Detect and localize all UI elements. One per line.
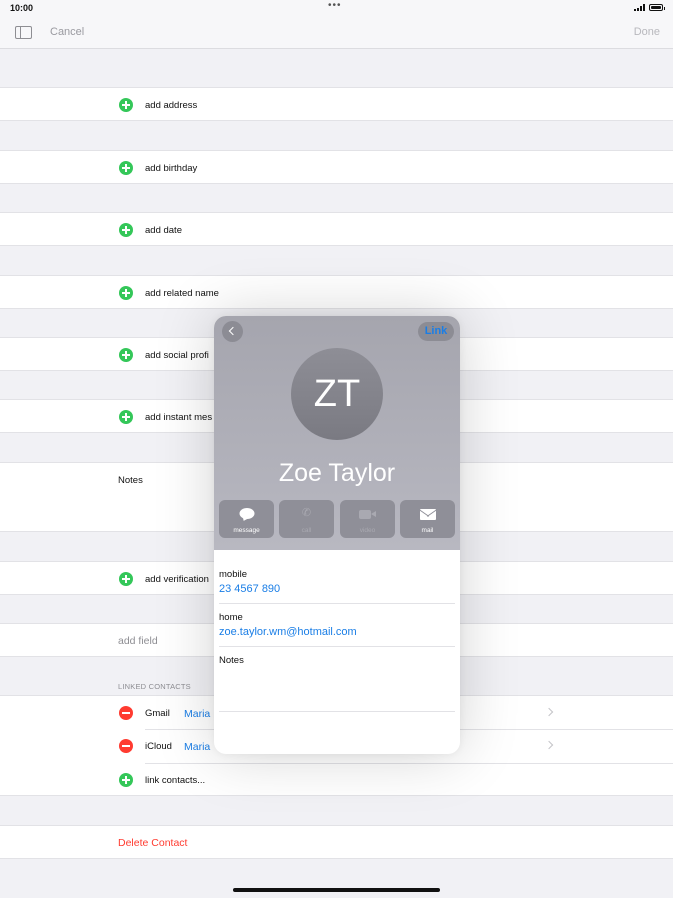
remove-icon[interactable] [119, 706, 133, 720]
message-button[interactable]: message [219, 500, 274, 538]
notes-label: Notes [219, 655, 244, 666]
add-related-name-row[interactable]: add related name [0, 275, 673, 309]
separator [219, 711, 455, 712]
add-field-label: add field [118, 635, 158, 647]
row-label: add related name [145, 288, 219, 299]
linked-name: Maria [184, 741, 211, 753]
add-address-row[interactable]: add address [0, 87, 673, 121]
add-icon[interactable] [119, 348, 133, 362]
status-bar: 10:00 ••• [0, 0, 673, 16]
row-label: add birthday [145, 163, 198, 174]
contact-name: Zoe Taylor [278, 459, 396, 487]
phone-icon: ✆ [301, 507, 312, 519]
home-indicator[interactable] [233, 888, 440, 892]
add-birthday-row[interactable]: add birthday [0, 150, 673, 184]
add-icon[interactable] [119, 98, 133, 112]
link-contacts-row[interactable]: link contacts... [0, 764, 673, 796]
add-icon[interactable] [119, 572, 133, 586]
back-button[interactable] [222, 321, 243, 342]
row-label: add verification [145, 574, 209, 585]
chevron-right-icon [544, 740, 554, 750]
add-icon[interactable] [119, 161, 133, 175]
status-indicators [634, 4, 665, 11]
avatar: ZT [291, 348, 383, 440]
envelope-icon [419, 509, 436, 520]
row-label: add address [145, 100, 198, 111]
video-button[interactable]: video [340, 500, 395, 538]
cancel-button[interactable]: Cancel [50, 26, 84, 38]
mail-button[interactable]: mail [400, 500, 455, 538]
row-label: link contacts... [145, 775, 206, 786]
linked-source: Gmail [145, 708, 170, 719]
notes-label: Notes [118, 475, 143, 486]
action-label: call [301, 527, 312, 534]
sidebar-toggle-icon[interactable] [15, 26, 32, 39]
remove-icon[interactable] [119, 739, 133, 753]
separator [219, 603, 455, 604]
message-icon [239, 508, 254, 519]
home-email-link[interactable]: zoe.taylor.wm@hotmail.com [219, 626, 357, 638]
linked-name: Maria [184, 708, 211, 720]
row-label: add date [145, 225, 182, 236]
signal-icon [634, 4, 645, 11]
add-icon[interactable] [119, 773, 133, 787]
add-icon[interactable] [119, 286, 133, 300]
contact-card-header: Link ZT Zoe Taylor message ✆ call video … [214, 316, 460, 550]
battery-icon [649, 4, 665, 11]
status-time: 10:00 [10, 3, 34, 13]
add-icon[interactable] [119, 410, 133, 424]
delete-contact-button[interactable]: Delete Contact [118, 837, 187, 849]
link-button[interactable]: Link [418, 322, 454, 341]
action-label: message [233, 527, 260, 534]
multitasking-dots[interactable]: ••• [328, 0, 342, 11]
linked-source: iCloud [145, 741, 172, 752]
row-label: add instant mes [145, 412, 213, 423]
row-label: add social profi [145, 350, 209, 361]
add-icon[interactable] [119, 223, 133, 237]
call-button[interactable]: ✆ call [279, 500, 334, 538]
video-camera-icon [358, 510, 376, 519]
mobile-label: mobile [219, 569, 247, 580]
action-label: mail [421, 527, 434, 534]
done-button[interactable]: Done [634, 26, 660, 38]
separator [219, 646, 455, 647]
action-label: video [359, 527, 376, 534]
linked-contacts-header: LINKED CONTACTS [118, 682, 191, 691]
chevron-right-icon [544, 707, 554, 717]
delete-contact-row[interactable]: Delete Contact [0, 825, 673, 859]
add-date-row[interactable]: add date [0, 212, 673, 246]
mobile-number-link[interactable]: 23 4567 890 [219, 583, 280, 595]
home-email-label: home [219, 612, 243, 623]
navigation-bar: Cancel Done [0, 16, 673, 49]
contact-card-popover: Link ZT Zoe Taylor message ✆ call video … [214, 316, 460, 754]
